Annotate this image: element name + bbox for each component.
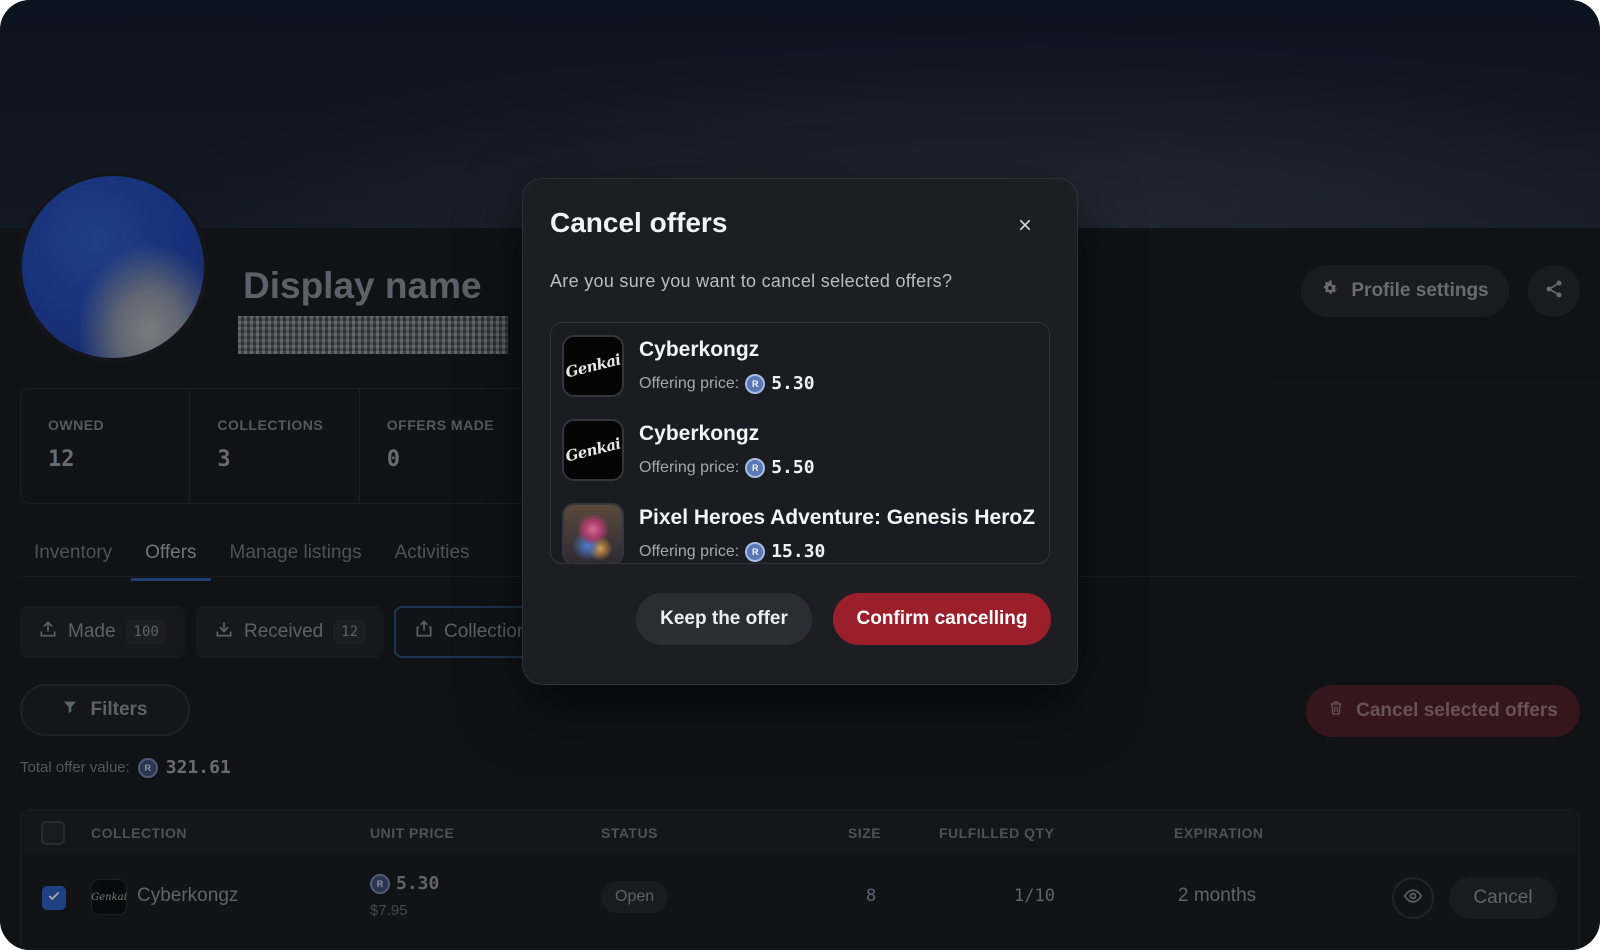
dialog-title: Cancel offers [550,207,728,238]
price-label: Offering price: [639,542,740,560]
price-label: Offering price: [639,458,740,476]
pixel-hero-image [564,505,622,563]
genkai-logo-text: Genkai [563,434,623,466]
coin-icon: R [745,457,766,478]
coin-icon: R [745,541,766,562]
price-amount: 15.30 [771,541,826,562]
cancel-offers-dialog: Cancel offers Are you sure you want to c… [522,178,1078,685]
offer-price: Offering price: R 15.30 [639,541,825,562]
price-amount: 5.30 [771,373,815,394]
selected-offers-list: Genkai Cyberkongz Offering price: R 5.30… [550,322,1050,564]
list-item: Pixel Heroes Adventure: Genesis HeroZ Of… [562,503,1036,563]
offer-collection-name: Cyberkongz [639,338,760,361]
collection-thumbnail: Genkai [562,335,624,397]
close-icon [1017,217,1033,238]
close-button[interactable] [1007,209,1043,245]
dialog-description: Are you sure you want to cancel selected… [550,271,953,291]
app-frame: Display name Profile settings OWNED 12 C… [0,0,1600,950]
collection-thumbnail: Genkai [562,419,624,481]
confirm-cancelling-button[interactable]: Confirm cancelling [833,593,1051,645]
offer-price: Offering price: R 5.30 [639,373,815,394]
offer-price: Offering price: R 5.50 [639,457,815,478]
collection-thumbnail [562,503,624,563]
price-amount: 5.50 [771,457,815,478]
offer-collection-name: Cyberkongz [639,422,760,445]
list-item: Genkai Cyberkongz Offering price: R 5.50 [562,419,1032,485]
price-label: Offering price: [639,374,740,392]
genkai-logo-text: Genkai [563,350,623,382]
coin-icon: R [745,373,766,394]
list-item: Genkai Cyberkongz Offering price: R 5.30 [562,335,1032,401]
keep-offer-button[interactable]: Keep the offer [636,593,812,645]
offer-collection-name: Pixel Heroes Adventure: Genesis HeroZ [639,506,1036,529]
